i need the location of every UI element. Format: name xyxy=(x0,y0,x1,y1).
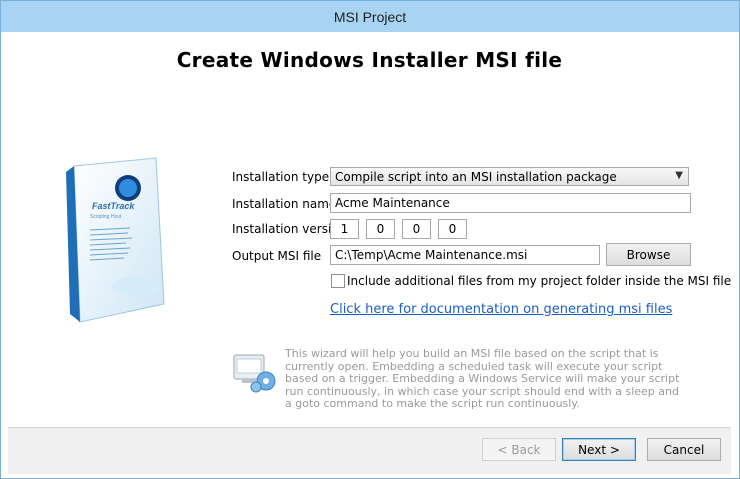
installation-type-select[interactable]: Compile script into an MSI installation … xyxy=(330,167,689,186)
version-minor-input[interactable]: 0 xyxy=(366,219,395,239)
cancel-button[interactable]: Cancel xyxy=(647,438,721,461)
msi-project-window: MSI Project Create Windows Installer MSI… xyxy=(0,0,740,479)
wizard-gear-icon xyxy=(233,354,276,393)
page-title: Create Windows Installer MSI file xyxy=(176,48,563,72)
product-subtitle: Scripting Host xyxy=(90,214,122,220)
installation-type-value: Compile script into an MSI installation … xyxy=(335,170,617,184)
output-msi-input[interactable]: C:\Temp\Acme Maintenance.msi xyxy=(330,245,600,265)
include-files-label: Include additional files from my project… xyxy=(347,274,732,288)
chevron-down-icon: ▼ xyxy=(675,170,683,181)
installation-name-label: Installation name xyxy=(232,197,337,211)
browse-button[interactable]: Browse xyxy=(606,243,691,266)
output-msi-label: Output MSI file xyxy=(232,249,322,263)
wizard-info-text: This wizard will help you build an MSI f… xyxy=(285,347,680,410)
next-button[interactable]: Next > xyxy=(562,438,636,461)
include-files-checkbox[interactable] xyxy=(331,274,345,288)
version-build-input[interactable]: 0 xyxy=(402,219,431,239)
installation-name-input[interactable]: Acme Maintenance xyxy=(330,193,691,213)
title-bar: MSI Project xyxy=(1,1,739,32)
version-major-input[interactable]: 1 xyxy=(330,219,359,239)
back-button[interactable]: < Back xyxy=(482,438,556,461)
installation-type-label: Installation type xyxy=(232,170,330,184)
product-box-image: FastTrack Scripting Host xyxy=(66,157,165,323)
documentation-link[interactable]: Click here for documentation on generati… xyxy=(330,302,672,317)
product-brand: FastTrack xyxy=(92,201,135,211)
window-title: MSI Project xyxy=(333,8,407,25)
version-revision-input[interactable]: 0 xyxy=(438,219,467,239)
